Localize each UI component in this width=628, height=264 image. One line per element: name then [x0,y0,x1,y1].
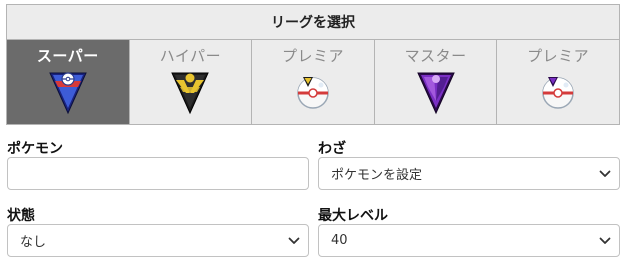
league-tabs: スーパー ハイパー プレミア マスター プレミア [7,40,619,124]
tab-super-league[interactable]: スーパー [7,40,129,124]
tab-master-league-label: マスター [404,47,467,65]
tab-premier-cup-label: プレミア [281,47,344,65]
max-level-select[interactable]: 40 [318,224,620,257]
master-league-icon [414,70,458,116]
chevron-down-icon [599,170,611,177]
league-selector-title: リーグを選択 [7,5,619,40]
pokemon-input[interactable] [7,157,309,190]
status-select[interactable]: なし [7,224,309,257]
status-label: 状態 [7,208,35,224]
tab-hyper-league-label: ハイパー [159,47,222,65]
status-select-value: なし [20,235,47,250]
tab-super-league-label: スーパー [36,47,99,65]
pokemon-label: ポケモン [7,141,63,157]
move-label: わざ [318,141,346,157]
move-select-value: ポケモンを設定 [331,168,423,183]
chevron-down-icon [288,237,300,244]
tab-premier-cup-master-label: プレミア [527,47,590,65]
chevron-down-icon [599,237,611,244]
premier-ball-icon [291,70,335,116]
max-level-label: 最大レベル [318,208,388,224]
tab-master-league[interactable]: マスター [373,40,497,124]
tab-premier-cup[interactable]: プレミア [251,40,374,124]
move-select[interactable]: ポケモンを設定 [318,157,620,190]
premier-ball-master-icon [536,70,580,116]
tab-hyper-league[interactable]: ハイパー [128,40,252,124]
hyper-league-icon [168,70,212,116]
league-selector: リーグを選択 スーパー ハイパー プレミア マスター プレミア [6,4,620,125]
max-level-select-value: 40 [331,233,348,248]
tab-premier-cup-master[interactable]: プレミア [496,40,619,124]
super-league-icon [46,70,90,116]
